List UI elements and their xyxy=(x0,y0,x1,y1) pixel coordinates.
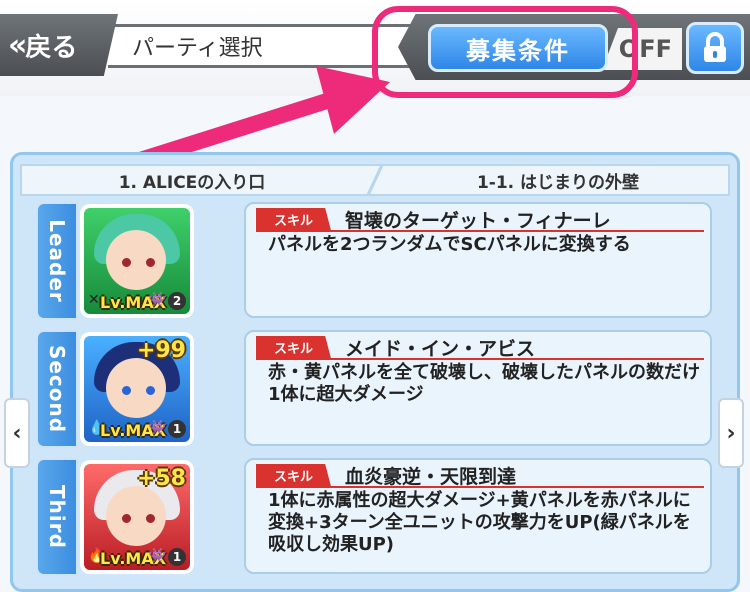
area-name: 1. ALICEの入り口 xyxy=(118,172,266,193)
back-button[interactable]: « 戻る xyxy=(0,14,118,76)
character-portrait[interactable]: +58 🔥 Lv.MAX 👾 1 xyxy=(80,460,194,574)
rank-number: 1 xyxy=(168,420,186,438)
character-eye xyxy=(122,386,131,395)
chevron-right-icon: › xyxy=(726,420,736,446)
slot-label-tab: Second xyxy=(36,330,78,448)
character-eye xyxy=(122,514,131,523)
invader-icon: 👾 xyxy=(148,292,166,308)
party-member-leader[interactable]: Leader ✕ Lv.MAX 👾 2 スキル 智壊のターゲット・フィナーレ パ… xyxy=(36,202,716,324)
skill-header: スキル 血炎豪逆・天限到達 xyxy=(256,463,704,488)
slot-label: Third xyxy=(45,485,70,549)
character-eye xyxy=(146,258,155,267)
prev-party-button[interactable]: ‹ xyxy=(4,398,30,468)
character-eye xyxy=(122,258,131,267)
skill-badge: スキル xyxy=(256,463,332,487)
skill-name: 智壊のターゲット・フィナーレ xyxy=(345,209,611,232)
skill-name: 血炎豪逆・天限到達 xyxy=(345,465,517,488)
slot-label-tab: Leader xyxy=(36,202,78,320)
character-face xyxy=(106,230,166,290)
skill-name: メイド・イン・アビス xyxy=(345,337,536,360)
skill-badge: スキル xyxy=(256,207,332,231)
skill-card: スキル 血炎豪逆・天限到達 1体に赤属性の超大ダメージ+黄パネルを赤パネルに変換… xyxy=(244,458,712,574)
character-face xyxy=(106,358,166,418)
character-eye xyxy=(146,386,155,395)
plus-value: +99 xyxy=(136,338,186,363)
character-eye xyxy=(146,514,155,523)
invader-icon: 👾 xyxy=(148,548,166,564)
rank-number: 1 xyxy=(168,548,186,566)
divider xyxy=(362,166,388,194)
lock-icon xyxy=(704,32,726,62)
character-portrait[interactable]: +99 💧 Lv.MAX 👾 1 xyxy=(80,332,194,446)
invader-icon: 👾 xyxy=(148,420,166,436)
skill-badge: スキル xyxy=(256,335,332,359)
skill-description: 赤・黄パネルを全て破壊し、破壊したパネルの数だけ1体に超大ダメージ xyxy=(268,362,700,405)
character-portrait[interactable]: ✕ Lv.MAX 👾 2 xyxy=(80,204,194,318)
next-party-button[interactable]: › xyxy=(718,398,744,468)
plus-value: +58 xyxy=(136,466,186,491)
double-chevron-left-icon: « xyxy=(8,27,28,63)
slot-label-tab: Third xyxy=(36,458,78,576)
skill-header: スキル 智壊のターゲット・フィナーレ xyxy=(256,207,704,232)
chevron-left-icon: ‹ xyxy=(12,420,22,446)
lock-button[interactable] xyxy=(686,22,744,74)
highlight-ring xyxy=(372,6,638,98)
slot-label: Second xyxy=(45,344,69,434)
character-face xyxy=(106,486,166,546)
back-button-label: 戻る xyxy=(25,32,78,63)
party-member-third[interactable]: Third +58 🔥 Lv.MAX 👾 1 スキル 血炎豪逆・天限到達 1体に… xyxy=(36,458,716,580)
page-title: パーティ選択 xyxy=(132,36,263,61)
attribute-icon: ✕ xyxy=(88,292,100,308)
skill-description: パネルを2つランダムでSCパネルに変換する xyxy=(268,234,631,255)
skill-header: スキル メイド・イン・アビス xyxy=(256,335,704,360)
stage-header: 1. ALICEの入り口 1-1. はじまりの外壁 xyxy=(20,164,730,196)
skill-description: 1体に赤属性の超大ダメージ+黄パネルを赤パネルに変換+3ターン全ユニットの攻撃力… xyxy=(268,490,691,555)
stage-name: 1-1. はじまりの外壁 xyxy=(476,172,640,193)
skill-card: スキル 智壊のターゲット・フィナーレ パネルを2つランダムでSCパネルに変換する xyxy=(244,202,712,318)
skill-card: スキル メイド・イン・アビス 赤・黄パネルを全て破壊し、破壊したパネルの数だけ1… xyxy=(244,330,712,446)
slot-label: Leader xyxy=(45,219,69,303)
party-member-second[interactable]: Second +99 💧 Lv.MAX 👾 1 スキル メイド・イン・アビス 赤… xyxy=(36,330,716,452)
rank-number: 2 xyxy=(168,292,186,310)
